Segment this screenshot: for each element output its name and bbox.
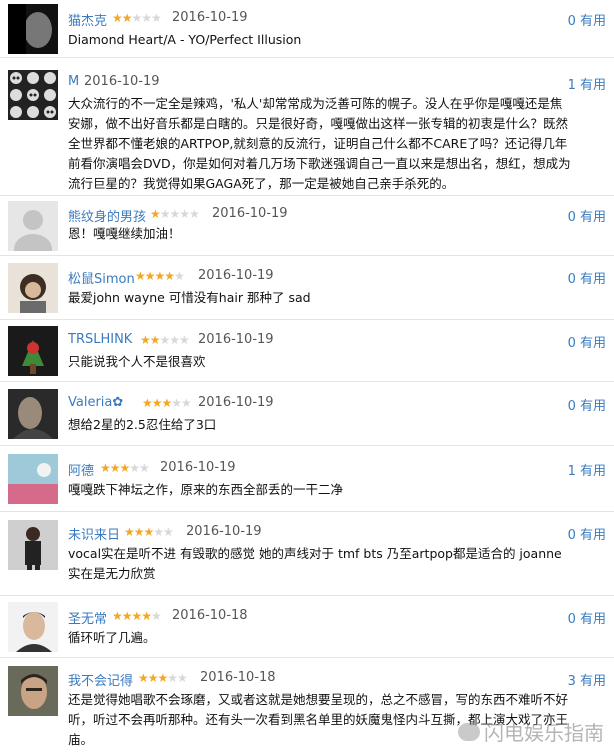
user-name[interactable]: 阿德 <box>68 460 94 479</box>
useful-count[interactable]: 0 有用 <box>568 524 606 543</box>
review-date: 2016-10-19 <box>172 10 248 25</box>
star-rating: ★★★★★ <box>138 671 188 685</box>
useful-count[interactable]: 0 有用 <box>568 332 606 351</box>
user-name[interactable]: 未识来日 <box>68 524 120 543</box>
review-item: 阿德 ★★★★★ 2016-10-19 1 有用 嘎嘎跌下神坛之作，原来的东西全… <box>0 446 614 512</box>
review-date: 2016-10-19 <box>198 268 274 283</box>
useful-count[interactable]: 1 有用 <box>568 74 606 93</box>
review-item: 猫杰克 ★★★★★ 2016-10-19 0 有用 Diamond Heart/… <box>0 0 614 58</box>
avatar[interactable] <box>8 4 58 54</box>
avatar[interactable] <box>8 201 58 251</box>
review-item: 松鼠Simon ★★★★★ 2016-10-19 0 有用 最爱john way… <box>0 256 614 320</box>
star-rating: ★★★★★ <box>142 396 192 410</box>
review-item: TRSLHINK ★★★★★ 2016-10-19 0 有用 只能说我个人不是很… <box>0 320 614 382</box>
useful-count[interactable]: 0 有用 <box>568 608 606 627</box>
review-item: Valeria✿ ★★★★★ 2016-10-19 0 有用 想给2星的2.5忍… <box>0 382 614 446</box>
useful-count[interactable]: 3 有用 <box>568 670 606 689</box>
avatar[interactable] <box>8 602 58 652</box>
user-name[interactable]: 我不会记得 <box>68 670 133 689</box>
avatar[interactable] <box>8 70 58 120</box>
review-text: Diamond Heart/A - YO/Perfect Illusion <box>68 32 302 47</box>
review-date: 2016-10-18 <box>200 670 276 685</box>
review-date: 2016-10-18 <box>172 608 248 623</box>
review-list: 猫杰克 ★★★★★ 2016-10-19 0 有用 Diamond Heart/… <box>0 0 614 752</box>
review-text: 嘎嘎跌下神坛之作，原来的东西全部丢的一干二净 <box>68 482 344 497</box>
review-date: 2016-10-19 <box>212 206 288 221</box>
review-item: M 2016-10-19 1 有用 大众流行的不一定全是辣鸡，'私人'却常常成为… <box>0 58 614 196</box>
user-name[interactable]: 松鼠Simon <box>68 268 135 287</box>
watermark: 闪电娱乐指南 <box>458 717 604 746</box>
star-rating: ★★★★★ <box>150 207 200 221</box>
avatar[interactable] <box>8 454 58 504</box>
useful-count[interactable]: 0 有用 <box>568 206 606 225</box>
review-item: 熊纹身的男孩 ★★★★★ 2016-10-19 0 有用 恩！嘎嘎继续加油！ <box>0 196 614 256</box>
avatar[interactable] <box>8 263 58 313</box>
star-rating: ★★★★★ <box>100 461 150 475</box>
review-text: 只能说我个人不是很喜欢 <box>68 354 206 369</box>
star-rating: ★★★★★ <box>112 11 162 25</box>
review-item: 未识来日 ★★★★★ 2016-10-19 0 有用 vocal实在是听不进 有… <box>0 512 614 596</box>
useful-count[interactable]: 0 有用 <box>568 10 606 29</box>
review-text: 想给2星的2.5忍住给了3口 <box>68 417 217 432</box>
avatar[interactable] <box>8 520 58 570</box>
star-rating: ★★★★★ <box>135 269 185 283</box>
user-name[interactable]: M <box>68 74 79 89</box>
review-text: 循环听了几遍。 <box>68 630 156 645</box>
useful-count[interactable]: 1 有用 <box>568 460 606 479</box>
star-rating: ★★★★★ <box>112 609 162 623</box>
watermark-text: 闪电娱乐指南 <box>484 721 604 745</box>
review-text: 大众流行的不一定全是辣鸡，'私人'却常常成为泛善可陈的幌子。没人在乎你是嘎嘎还是… <box>68 96 571 191</box>
review-date: 2016-10-19 <box>160 460 236 475</box>
review-text: vocal实在是听不进 有毁歌的感觉 她的声线对于 tmf bts 乃至artp… <box>68 546 562 581</box>
useful-count[interactable]: 0 有用 <box>568 395 606 414</box>
review-text: 恩！嘎嘎继续加油！ <box>68 226 181 241</box>
review-date: 2016-10-19 <box>198 332 274 347</box>
user-name[interactable]: 猫杰克 <box>68 10 107 29</box>
user-name[interactable]: Valeria✿ <box>68 395 123 410</box>
user-name[interactable]: 圣无常 <box>68 608 107 627</box>
avatar[interactable] <box>8 326 58 376</box>
useful-count[interactable]: 0 有用 <box>568 268 606 287</box>
review-item: 圣无常 ★★★★★ 2016-10-18 0 有用 循环听了几遍。 <box>0 596 614 658</box>
avatar[interactable] <box>8 389 58 439</box>
user-name[interactable]: 熊纹身的男孩 <box>68 206 146 225</box>
review-date: 2016-10-19 <box>198 395 274 410</box>
star-rating: ★★★★★ <box>124 525 174 539</box>
review-date: 2016-10-19 <box>84 74 160 89</box>
review-date: 2016-10-19 <box>186 524 262 539</box>
avatar[interactable] <box>8 666 58 716</box>
review-text: 最爱john wayne 可惜没有hair 那种了 sad <box>68 290 311 305</box>
star-rating: ★★★★★ <box>140 333 190 347</box>
user-name[interactable]: TRSLHINK <box>68 332 132 347</box>
wechat-icon <box>458 722 480 741</box>
